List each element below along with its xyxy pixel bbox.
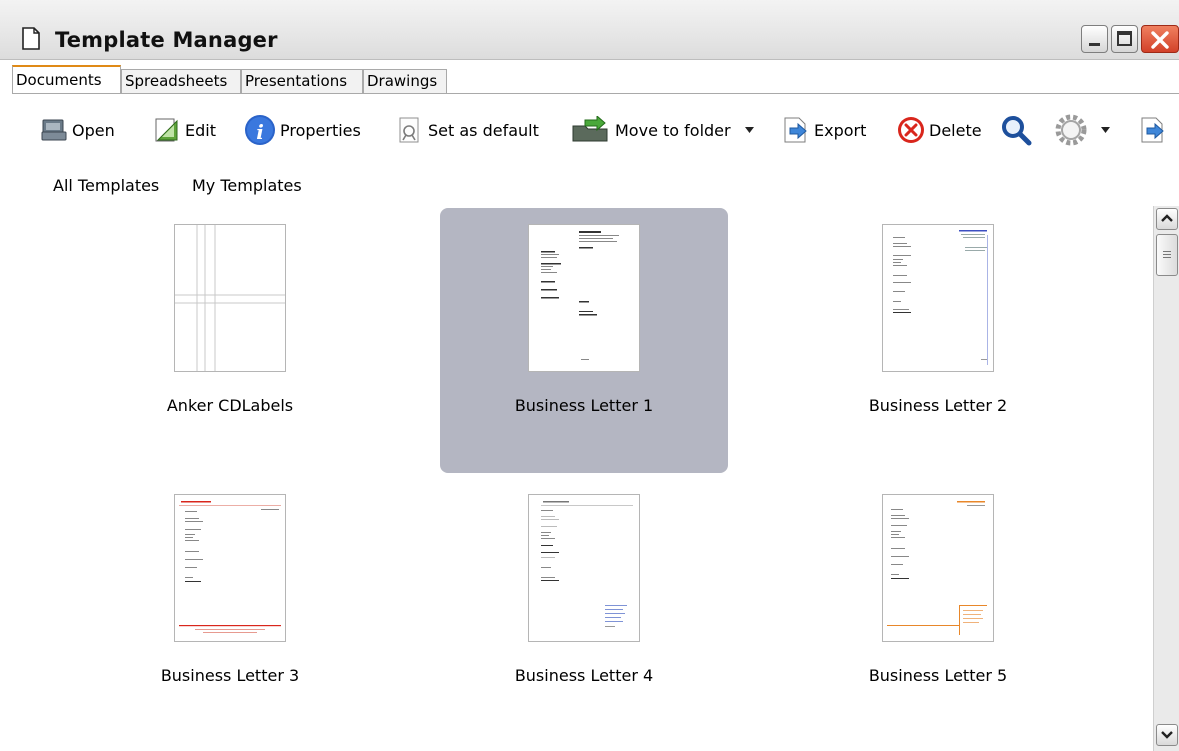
open-button[interactable]: Open bbox=[40, 114, 115, 146]
delete-button[interactable]: Delete bbox=[897, 114, 982, 146]
more-icon bbox=[1141, 117, 1164, 143]
document-icon bbox=[22, 27, 40, 50]
template-item[interactable]: Business Letter 2 bbox=[794, 208, 1082, 473]
tab-documents[interactable]: Documents bbox=[12, 65, 121, 94]
template-name: Business Letter 2 bbox=[868, 396, 1008, 415]
close-icon bbox=[1151, 31, 1169, 49]
letter-preview bbox=[541, 501, 633, 627]
title-bar[interactable]: Template Manager bbox=[0, 0, 1179, 60]
more-button[interactable] bbox=[1139, 114, 1171, 146]
scroll-up-button[interactable] bbox=[1156, 208, 1178, 230]
template-item[interactable]: Business Letter 3 bbox=[86, 478, 374, 743]
template-thumbnail bbox=[174, 494, 286, 642]
template-item[interactable]: Business Letter 5 bbox=[794, 478, 1082, 743]
maximize-button[interactable] bbox=[1111, 25, 1138, 53]
template-item[interactable]: Business Letter 1 bbox=[440, 208, 728, 473]
settings-button[interactable] bbox=[1055, 114, 1110, 146]
tab-spreadsheets[interactable]: Spreadsheets bbox=[121, 69, 241, 93]
properties-label: Properties bbox=[280, 120, 361, 140]
template-thumbnail bbox=[882, 494, 994, 642]
template-thumbnail bbox=[174, 224, 286, 372]
gear-icon bbox=[1055, 114, 1087, 146]
scroll-up-icon bbox=[1161, 214, 1173, 222]
maximize-icon bbox=[1117, 31, 1132, 46]
tabs-divider bbox=[12, 93, 1179, 94]
tab-drawings[interactable]: Drawings bbox=[363, 69, 447, 93]
move-folder-icon bbox=[572, 116, 608, 142]
template-name: Business Letter 1 bbox=[514, 396, 654, 415]
minimize-icon bbox=[1089, 43, 1100, 46]
open-label: Open bbox=[72, 120, 115, 140]
window-title: Template Manager bbox=[55, 28, 278, 52]
template-thumbnail bbox=[528, 224, 640, 372]
export-label: Export bbox=[814, 120, 867, 140]
template-name: Business Letter 5 bbox=[868, 666, 1008, 685]
letter-preview bbox=[179, 501, 281, 633]
template-item[interactable]: Business Letter 4 bbox=[440, 478, 728, 743]
minimize-button[interactable] bbox=[1081, 25, 1108, 53]
template-item[interactable]: Anker CDLabels bbox=[86, 208, 374, 473]
vertical-scrollbar[interactable] bbox=[1153, 206, 1179, 751]
cd-labels-preview bbox=[175, 225, 285, 371]
export-button[interactable]: Export bbox=[782, 114, 866, 146]
template-thumbnail bbox=[528, 494, 640, 642]
delete-icon bbox=[898, 117, 924, 143]
set-default-icon bbox=[399, 117, 419, 143]
template-thumbnail bbox=[882, 224, 994, 372]
template-name: Business Letter 3 bbox=[160, 666, 300, 685]
letter-preview bbox=[893, 230, 988, 365]
svg-text:i: i bbox=[256, 120, 264, 144]
close-button[interactable] bbox=[1141, 25, 1179, 53]
scroll-down-icon bbox=[1161, 731, 1173, 739]
tab-presentations[interactable]: Presentations bbox=[241, 69, 363, 93]
letter-preview bbox=[887, 501, 987, 635]
move-to-folder-button[interactable]: Move to folder bbox=[571, 114, 754, 146]
set-default-label: Set as default bbox=[428, 120, 539, 140]
open-folder-icon bbox=[41, 119, 67, 141]
template-grid: Anker CDLabels Business Letter 1 Busines… bbox=[0, 200, 1150, 751]
scroll-down-button[interactable] bbox=[1156, 724, 1178, 746]
search-icon bbox=[1002, 116, 1032, 146]
properties-button[interactable]: i Properties bbox=[244, 114, 361, 146]
toolbar: Open Edit i Properties Set as default Mo… bbox=[0, 96, 1179, 162]
dropdown-arrow-icon[interactable] bbox=[744, 127, 754, 133]
filter-my-templates[interactable]: My Templates bbox=[192, 176, 302, 195]
move-to-folder-label: Move to folder bbox=[615, 120, 731, 140]
filter-all-templates[interactable]: All Templates bbox=[53, 176, 159, 195]
set-default-button[interactable]: Set as default bbox=[396, 114, 539, 146]
template-manager-window: Template Manager Documents Spreadsheets … bbox=[0, 0, 1179, 751]
template-name: Anker CDLabels bbox=[166, 396, 294, 415]
info-icon: i bbox=[245, 115, 275, 145]
letter-preview bbox=[541, 231, 619, 360]
edit-label: Edit bbox=[185, 120, 216, 140]
delete-label: Delete bbox=[929, 120, 982, 140]
export-icon bbox=[784, 117, 807, 143]
edit-icon bbox=[155, 118, 178, 142]
scroll-thumb[interactable] bbox=[1156, 234, 1178, 276]
search-button[interactable] bbox=[1000, 114, 1036, 146]
template-name: Business Letter 4 bbox=[514, 666, 654, 685]
dropdown-arrow-icon[interactable] bbox=[1101, 127, 1110, 133]
edit-button[interactable]: Edit bbox=[153, 114, 216, 146]
